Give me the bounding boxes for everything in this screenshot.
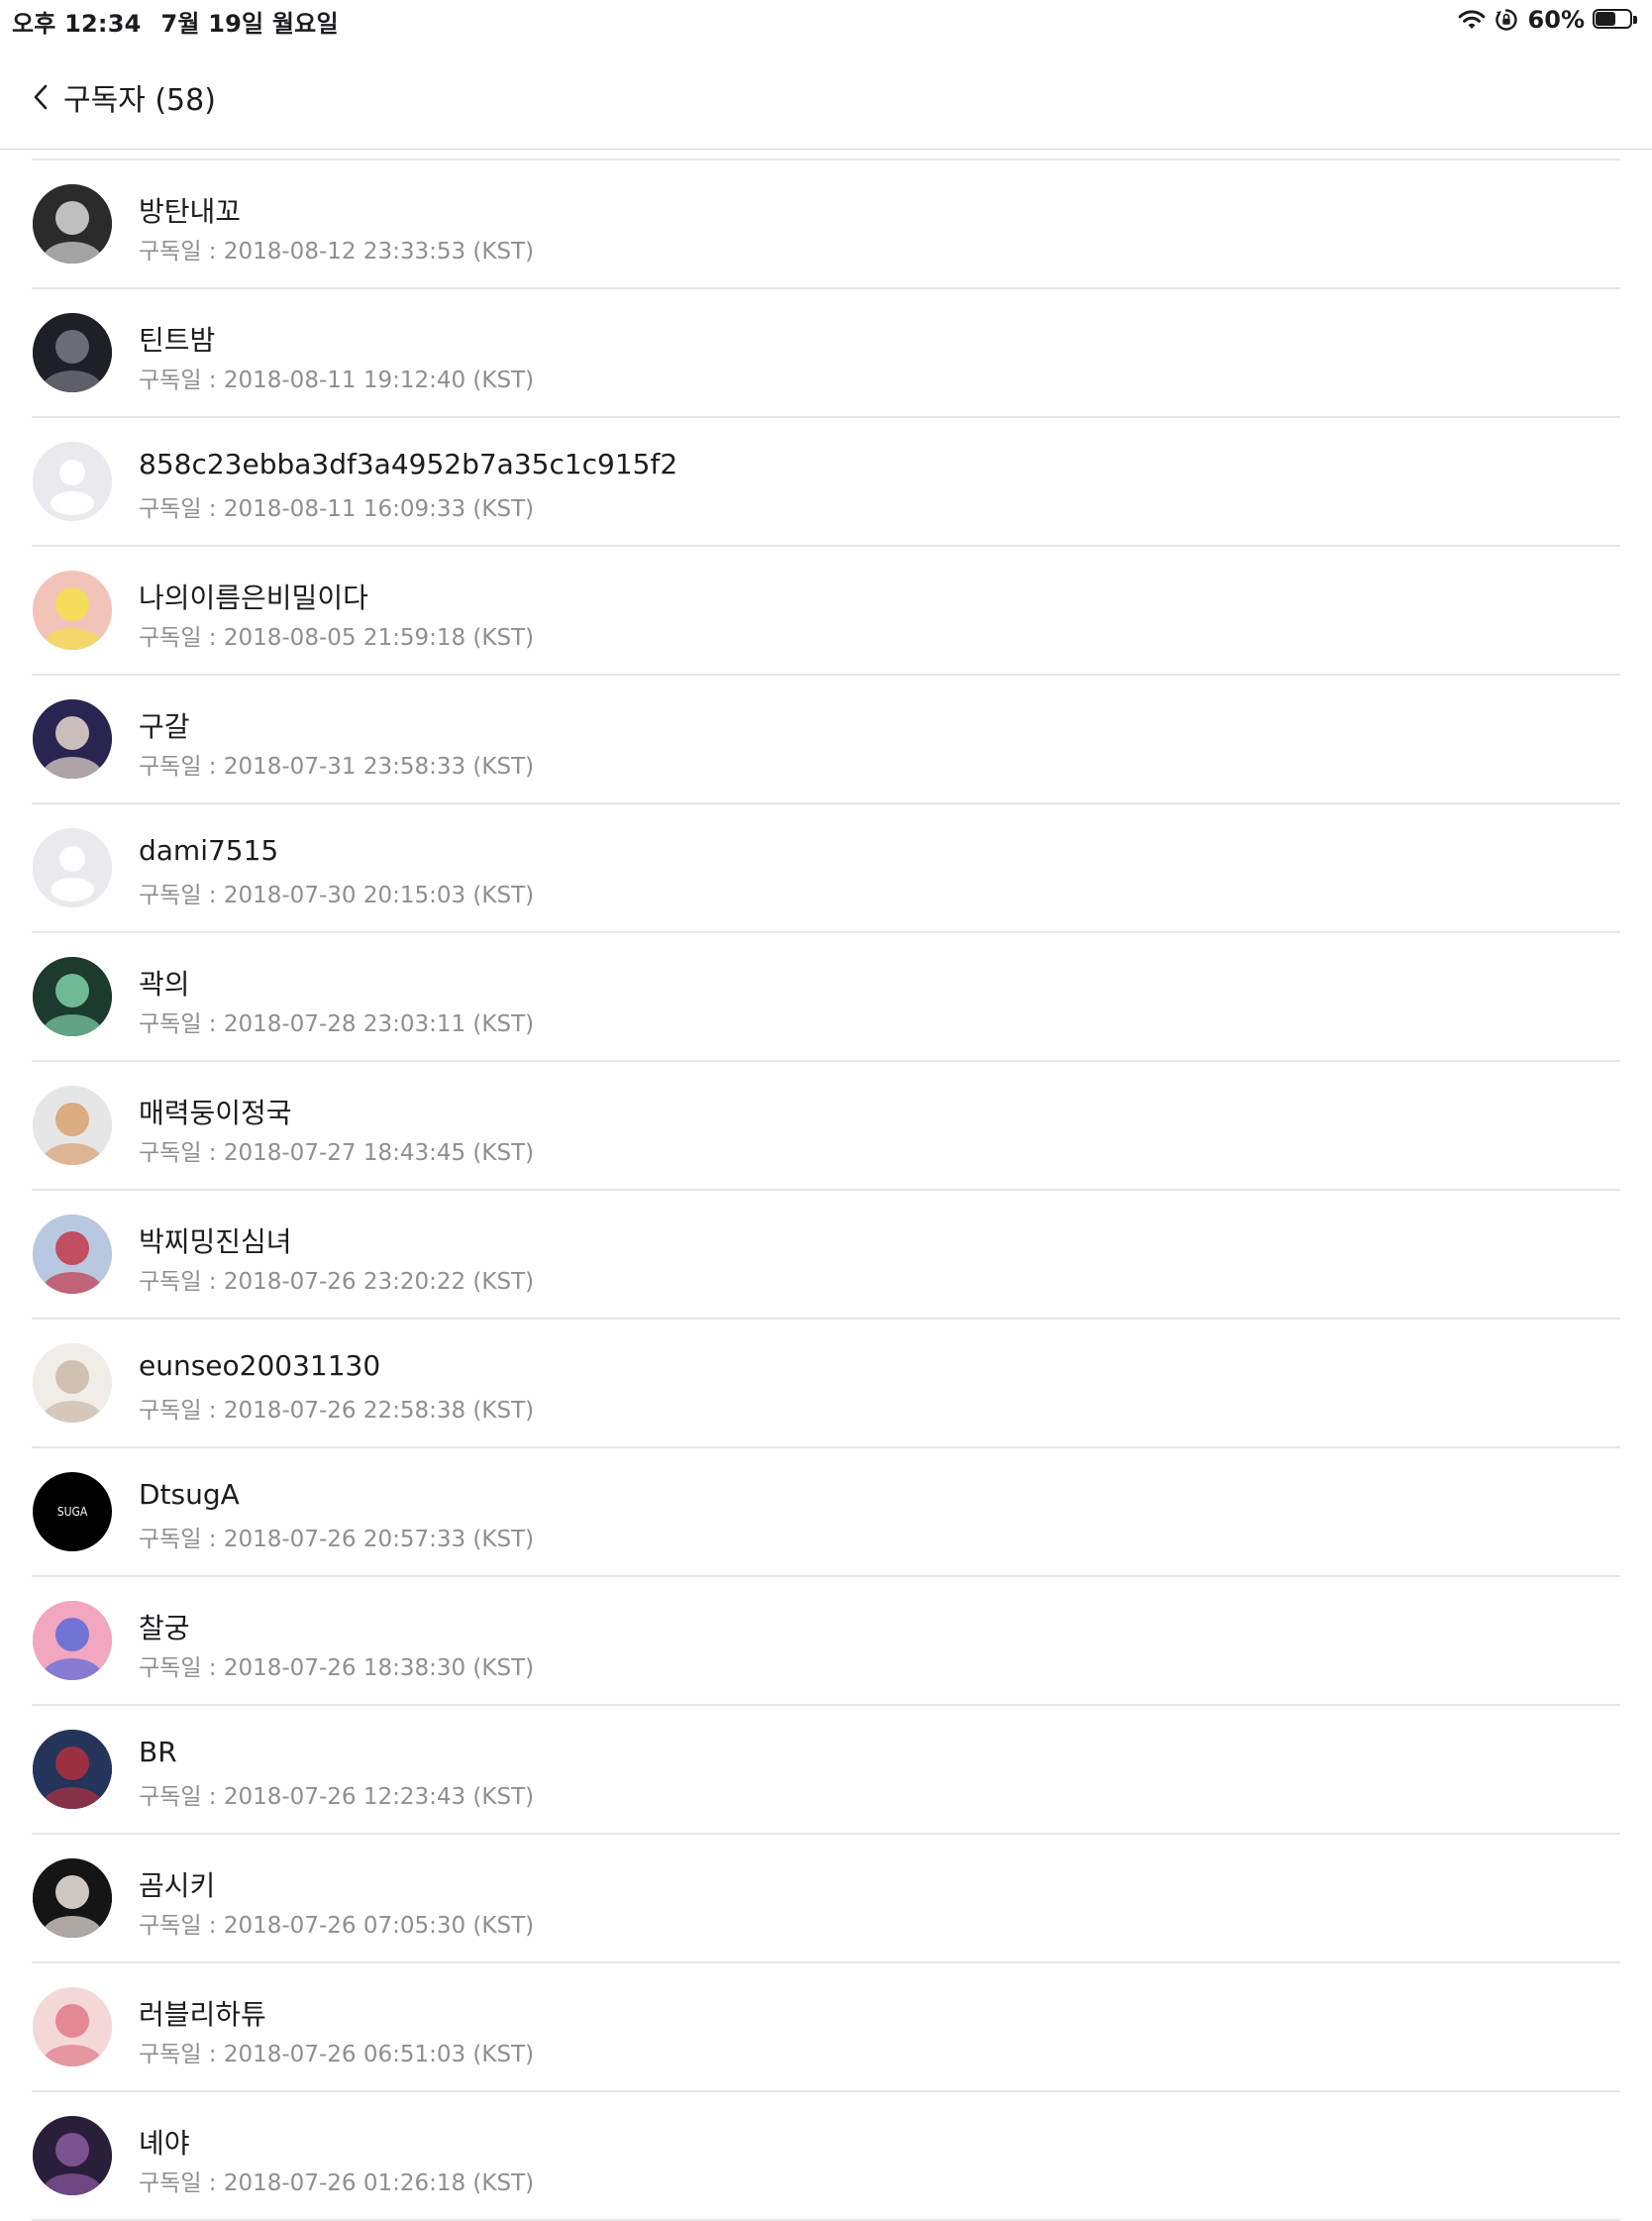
subscriber-row[interactable]: BR 구독일 : 2018-07-26 12:23:43 (KST): [32, 1706, 1620, 1835]
subscription-date: 구독일 : 2018-07-26 01:26:18 (KST): [139, 2170, 535, 2196]
avatar[interactable]: [33, 1601, 112, 1680]
avatar[interactable]: SUGA: [33, 1472, 112, 1551]
subscription-date: 구독일 : 2018-07-30 20:15:03 (KST): [139, 883, 535, 908]
subscription-date: 구독일 : 2018-08-11 19:12:40 (KST): [139, 368, 535, 393]
avatar[interactable]: [33, 184, 112, 264]
wifi-icon: [1458, 10, 1485, 29]
avatar[interactable]: [33, 1987, 112, 2066]
subscription-date: 구독일 : 2018-07-26 22:58:38 (KST): [139, 1398, 535, 1424]
subscriber-name: 러블리하튜: [139, 1998, 266, 2031]
avatar[interactable]: [33, 699, 112, 779]
subscriber-row[interactable]: 방탄내꼬구독일 : 2018-08-12 23:33:53 (KST): [32, 160, 1620, 289]
subscription-date: 구독일 : 2018-08-11 16:09:33 (KST): [139, 496, 535, 522]
subscriber-name: 858c23ebba3df3a4952b7a35c1c915f2: [139, 448, 678, 480]
subscription-date: 구독일 : 2018-07-27 18:43:45 (KST): [139, 1140, 535, 1166]
avatar[interactable]: [33, 1215, 112, 1294]
subscriber-name: 나의이름은비밀이다: [139, 582, 368, 614]
subscriber-row[interactable]: 박찌밍진심녀구독일 : 2018-07-26 23:20:22 (KST): [32, 1191, 1620, 1320]
navigation-bar: 구독자 (58): [0, 40, 1652, 150]
subscription-date: 구독일 : 2018-07-26 06:51:03 (KST): [139, 2042, 535, 2067]
subscriber-row[interactable]: 틴트밤구독일 : 2018-08-11 19:12:40 (KST): [32, 289, 1620, 418]
status-indicators: 60%: [1457, 4, 1638, 36]
avatar[interactable]: [33, 571, 112, 650]
chevron-left-icon[interactable]: [30, 82, 52, 112]
avatar[interactable]: [33, 1730, 112, 1809]
default-avatar-icon[interactable]: [33, 442, 112, 521]
subscriber-name: DtsugA: [139, 1478, 240, 1511]
subscriber-name: 구갈: [139, 710, 190, 743]
subscription-date: 구독일 : 2018-08-05 21:59:18 (KST): [139, 625, 535, 651]
subscriber-row[interactable]: 구갈구독일 : 2018-07-31 23:58:33 (KST): [32, 676, 1620, 804]
subscriber-row[interactable]: 곰시키구독일 : 2018-07-26 07:05:30 (KST): [32, 1835, 1620, 1963]
subscription-date: 구독일 : 2018-07-28 23:03:11 (KST): [139, 1011, 535, 1037]
avatar[interactable]: [33, 2116, 112, 2195]
subscription-date: 구독일 : 2018-07-26 12:23:43 (KST): [139, 1784, 535, 1810]
subscriber-row[interactable]: SUGA DtsugA 구독일 : 2018-07-26 20:57:33 (KST…: [32, 1448, 1620, 1577]
subscriber-name: 곽의: [139, 968, 190, 1001]
subscription-date: 구독일 : 2018-07-26 18:38:30 (KST): [139, 1655, 535, 1681]
subscription-date: 구독일 : 2018-07-31 23:58:33 (KST): [139, 754, 535, 780]
subscriber-name: dami7515: [139, 834, 279, 867]
subscriber-row[interactable]: 찰궁구독일 : 2018-07-26 18:38:30 (KST): [32, 1577, 1620, 1706]
subscription-date: 구독일 : 2018-07-26 23:20:22 (KST): [139, 1269, 535, 1295]
subscription-date: 구독일 : 2018-07-26 07:05:30 (KST): [139, 1913, 535, 1939]
avatar[interactable]: [33, 1858, 112, 1938]
status-date: 7월 19일 월요일: [160, 10, 339, 38]
subscriber-row[interactable]: 곽의구독일 : 2018-07-28 23:03:11 (KST): [32, 933, 1620, 1062]
subscriber-name: 녜야: [139, 2127, 190, 2160]
subscriber-row[interactable]: 나의이름은비밀이다구독일 : 2018-08-05 21:59:18 (KST): [32, 547, 1620, 676]
status-bar: 오후 12:34 7월 19일 월요일 60%: [0, 0, 1652, 40]
subscriber-name: 곰시키: [139, 1869, 216, 1902]
subscriber-row[interactable]: 녜야구독일 : 2018-07-26 01:26:18 (KST): [32, 2092, 1620, 2221]
default-avatar-icon[interactable]: [33, 828, 112, 907]
subscriber-name: 찰궁: [139, 1612, 190, 1644]
back-button[interactable]: 구독자 (58): [30, 75, 216, 119]
subscriber-name: eunseo20031130: [139, 1349, 381, 1382]
subscriber-name: BR: [139, 1736, 177, 1768]
status-time: 오후 12:34: [12, 10, 142, 38]
avatar[interactable]: [33, 1343, 112, 1423]
battery-percent: 60%: [1527, 6, 1585, 34]
subscription-date: 구독일 : 2018-07-26 20:57:33 (KST): [139, 1527, 535, 1552]
subscriber-name: 매력둥이정국: [139, 1097, 292, 1129]
subscriber-row[interactable]: dami7515 구독일 : 2018-07-30 20:15:03 (KST): [32, 804, 1620, 933]
subscriber-name: 방탄내꼬: [139, 195, 242, 228]
avatar[interactable]: [33, 1086, 112, 1165]
avatar[interactable]: [33, 957, 112, 1036]
subscriber-list: 방탄내꼬 구독일 : 2018-08-12 23:33:53 (KST) 틴트밤 구독…: [32, 159, 1620, 2221]
subscriber-row[interactable]: eunseo20031130 구독일 : 2018-07-26 22:58:38 …: [32, 1320, 1620, 1448]
avatar-label: SUGA: [56, 1505, 88, 1519]
avatar[interactable]: [33, 313, 112, 392]
subscriber-row[interactable]: 러블리하튜구독일 : 2018-07-26 06:51:03 (KST): [32, 1963, 1620, 2092]
subscriber-row[interactable]: 매력둥이정국구독일 : 2018-07-27 18:43:45 (KST): [32, 1062, 1620, 1191]
subscriber-name: 박찌밍진심녀: [139, 1225, 292, 1258]
orientation-lock-icon: [1495, 9, 1517, 31]
status-time-date: 오후 12:34 7월 19일 월요일: [12, 4, 339, 39]
battery-icon: [1593, 9, 1638, 31]
subscriber-name: 틴트밤: [139, 324, 216, 357]
subscriber-row[interactable]: 858c23ebba3df3a4952b7a35c1c915f2 구독일 : 20…: [32, 418, 1620, 547]
subscription-date: 구독일 : 2018-08-12 23:33:53 (KST): [139, 239, 535, 264]
page-title: 구독자 (58): [63, 83, 216, 118]
